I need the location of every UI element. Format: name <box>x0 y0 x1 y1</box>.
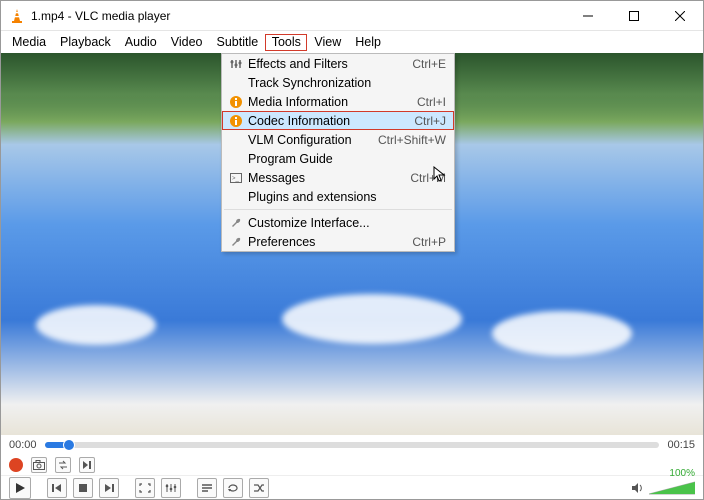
menu-item-label: VLM Configuration <box>246 133 378 147</box>
tools-vlm-configuration[interactable]: VLM Configuration Ctrl+Shift+W <box>222 130 454 149</box>
skip-previous-icon <box>51 483 63 493</box>
menu-video[interactable]: Video <box>164 33 210 51</box>
console-icon: >_ <box>226 173 246 183</box>
tools-track-sync[interactable]: Track Synchronization <box>222 73 454 92</box>
time-total[interactable]: 00:15 <box>667 439 695 451</box>
window-controls <box>565 1 703 31</box>
menubar: Media Playback Audio Video Subtitle Tool… <box>1 31 703 53</box>
camera-icon <box>33 460 45 470</box>
svg-text:>_: >_ <box>232 176 240 182</box>
tools-dropdown: Effects and Filters Ctrl+E Track Synchro… <box>221 53 455 252</box>
playlist-icon <box>201 483 213 493</box>
volume-control: 100% <box>631 480 695 496</box>
playlist-button[interactable] <box>197 478 217 498</box>
loop-ab-button[interactable] <box>55 457 71 473</box>
menu-separator <box>224 209 452 210</box>
next-button[interactable] <box>99 478 119 498</box>
loop-button[interactable] <box>223 478 243 498</box>
tools-program-guide[interactable]: Program Guide <box>222 149 454 168</box>
tools-messages[interactable]: >_ Messages Ctrl+M <box>222 168 454 187</box>
menu-item-label: Track Synchronization <box>246 76 446 90</box>
extended-settings-button[interactable] <box>161 478 181 498</box>
menu-subtitle[interactable]: Subtitle <box>210 33 266 51</box>
sliders-icon <box>165 483 177 493</box>
time-elapsed[interactable]: 00:00 <box>9 439 37 451</box>
menu-tools[interactable]: Tools <box>265 34 307 51</box>
record-button[interactable] <box>9 458 23 472</box>
menu-item-label: Media Information <box>246 95 417 109</box>
window-title: 1.mp4 - VLC media player <box>31 9 565 23</box>
menu-playback[interactable]: Playback <box>53 33 118 51</box>
menu-media[interactable]: Media <box>5 33 53 51</box>
menu-item-label: Messages <box>246 171 410 185</box>
stop-button[interactable] <box>73 478 93 498</box>
menu-item-label: Customize Interface... <box>246 216 446 230</box>
wrench-icon <box>226 236 246 248</box>
tools-codec-information[interactable]: Codec Information Ctrl+J <box>222 111 454 130</box>
menu-item-shortcut: Ctrl+E <box>412 57 446 71</box>
volume-slider[interactable] <box>649 480 695 496</box>
menu-audio[interactable]: Audio <box>118 33 164 51</box>
volume-label: 100% <box>669 468 695 479</box>
advanced-controls-row <box>1 455 703 475</box>
maximize-button[interactable] <box>611 1 657 31</box>
menu-item-label: Effects and Filters <box>246 57 412 71</box>
tools-plugins-extensions[interactable]: Plugins and extensions <box>222 187 454 206</box>
sliders-icon <box>226 58 246 70</box>
play-button[interactable] <box>9 477 31 499</box>
seek-thumb[interactable] <box>63 439 75 451</box>
menu-view[interactable]: View <box>307 33 348 51</box>
tools-effects-filters[interactable]: Effects and Filters Ctrl+E <box>222 54 454 73</box>
menu-item-label: Plugins and extensions <box>246 190 446 204</box>
video-area[interactable]: Effects and Filters Ctrl+E Track Synchro… <box>1 53 703 435</box>
menu-help[interactable]: Help <box>348 33 388 51</box>
wrench-icon <box>226 217 246 229</box>
vlc-cone-icon <box>9 8 25 24</box>
tools-media-information[interactable]: Media Information Ctrl+I <box>222 92 454 111</box>
menu-item-shortcut: Ctrl+P <box>412 235 446 249</box>
minimize-button[interactable] <box>565 1 611 31</box>
cursor-icon <box>433 166 447 184</box>
tools-customize-interface[interactable]: Customize Interface... <box>222 213 454 232</box>
menu-item-shortcut: Ctrl+Shift+W <box>378 133 446 147</box>
frame-step-button[interactable] <box>79 457 95 473</box>
previous-button[interactable] <box>47 478 67 498</box>
snapshot-button[interactable] <box>31 457 47 473</box>
fullscreen-button[interactable] <box>135 478 155 498</box>
frame-step-icon <box>82 460 92 470</box>
shuffle-button[interactable] <box>249 478 269 498</box>
play-icon <box>14 482 26 494</box>
shuffle-icon <box>253 483 265 493</box>
menu-item-label: Program Guide <box>246 152 446 166</box>
loop-icon <box>57 460 69 470</box>
fullscreen-icon <box>139 483 151 493</box>
menu-item-label: Preferences <box>246 235 412 249</box>
main-controls-row: 100% <box>1 475 703 499</box>
tools-preferences[interactable]: Preferences Ctrl+P <box>222 232 454 251</box>
titlebar: 1.mp4 - VLC media player <box>1 1 703 31</box>
speaker-icon[interactable] <box>631 482 645 494</box>
seekbar-row: 00:00 00:15 <box>1 435 703 455</box>
loop-icon <box>227 483 239 493</box>
vlc-window: 1.mp4 - VLC media player Media Playback … <box>0 0 704 500</box>
video-content-clouds <box>1 282 703 397</box>
menu-item-shortcut: Ctrl+J <box>414 114 446 128</box>
menu-item-label: Codec Information <box>246 114 414 128</box>
seek-slider[interactable] <box>45 442 660 448</box>
stop-icon <box>78 483 88 493</box>
menu-item-shortcut: Ctrl+I <box>417 95 446 109</box>
info-icon <box>226 95 246 109</box>
close-button[interactable] <box>657 1 703 31</box>
info-icon <box>226 114 246 128</box>
skip-next-icon <box>103 483 115 493</box>
